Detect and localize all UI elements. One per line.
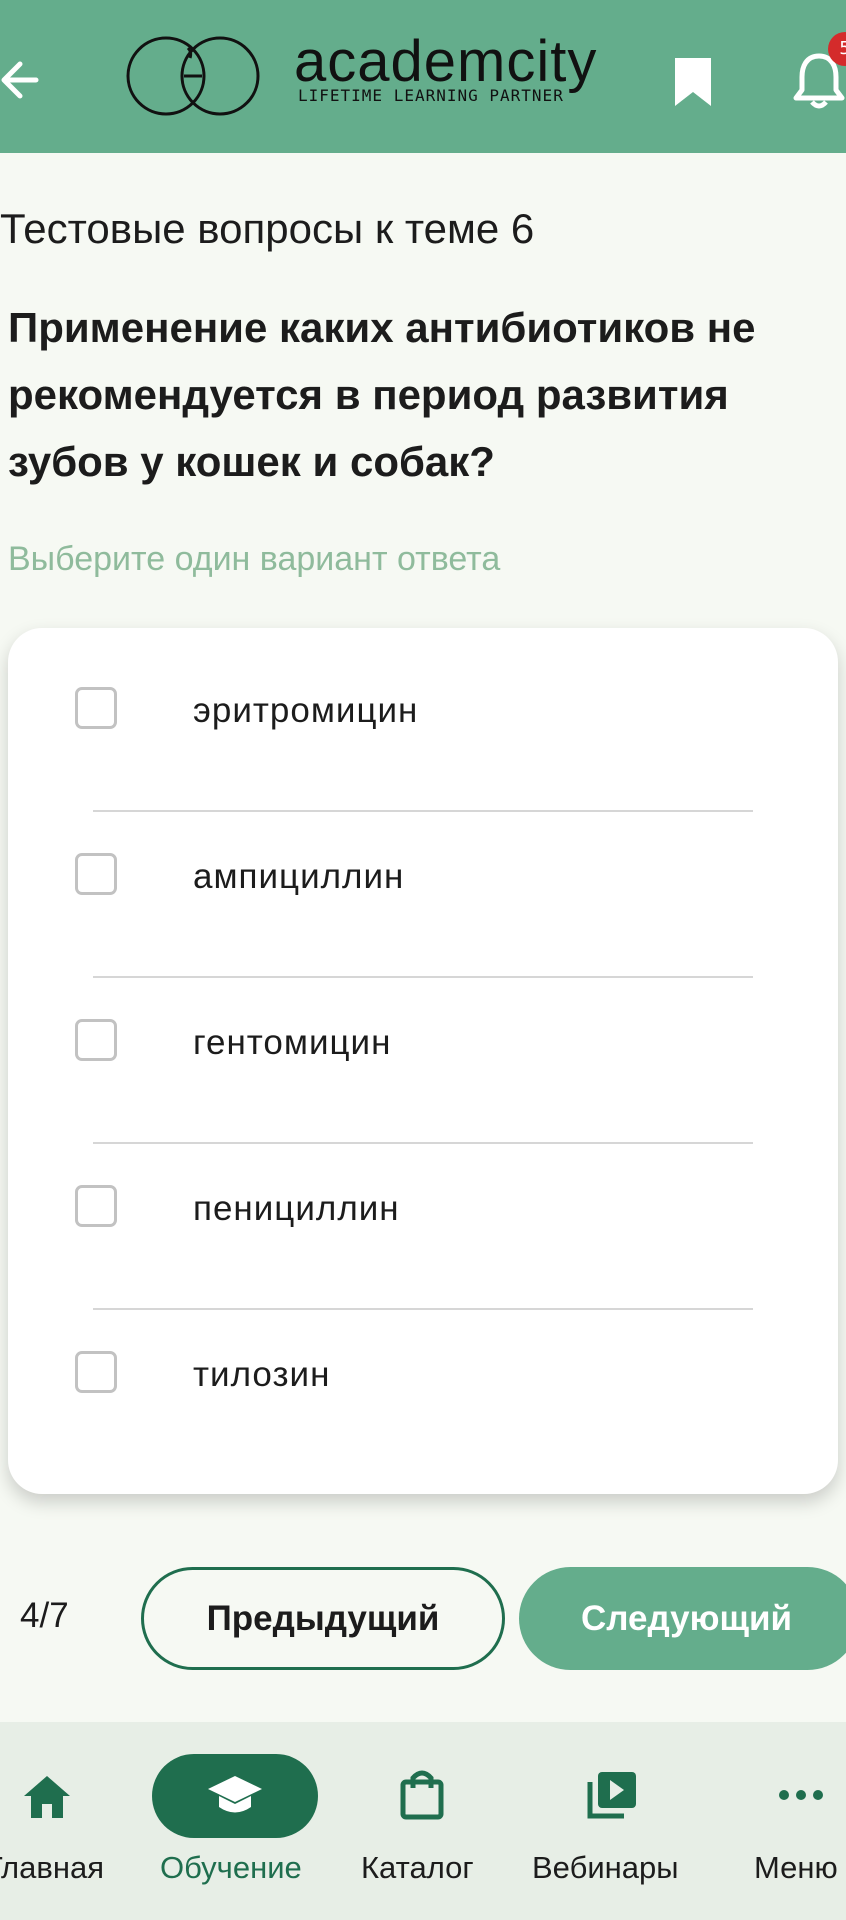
app-header: academcity LIFETIME LEARNING PARTNER 5 bbox=[0, 0, 846, 153]
options-card: эритромицин ампициллин гентомицин пеници… bbox=[8, 628, 838, 1494]
shopping-bag-icon bbox=[400, 1770, 444, 1820]
nav-label-menu: Меню bbox=[754, 1850, 838, 1885]
topic-title: Тестовые вопросы к теме 6 bbox=[0, 205, 535, 252]
answer-option[interactable]: пенициллин bbox=[8, 1126, 838, 1292]
previous-button[interactable]: Предыдущий bbox=[141, 1567, 505, 1670]
nav-item-menu[interactable]: Меню bbox=[740, 1722, 846, 1920]
answer-option-label: гентомицин bbox=[193, 1023, 392, 1062]
nav-item-webinars[interactable]: Вебинары bbox=[530, 1722, 690, 1920]
answer-checkbox[interactable] bbox=[75, 853, 117, 895]
answer-checkbox[interactable] bbox=[75, 1019, 117, 1061]
answer-checkbox[interactable] bbox=[75, 1185, 117, 1227]
answer-option[interactable]: тилозин bbox=[8, 1292, 838, 1458]
answer-option[interactable]: эритромицин bbox=[8, 628, 838, 794]
nav-label-home: Главная bbox=[0, 1850, 104, 1885]
academcity-logo: academcity LIFETIME LEARNING PARTNER bbox=[126, 28, 596, 128]
question-counter: 4/7 bbox=[20, 1596, 69, 1635]
answer-option[interactable]: гентомицин bbox=[8, 960, 838, 1126]
bookmark-icon[interactable] bbox=[672, 56, 714, 108]
next-button[interactable]: Следующий bbox=[519, 1567, 846, 1670]
answer-option-label: тилозин bbox=[193, 1355, 331, 1394]
home-icon bbox=[24, 1776, 70, 1818]
nav-item-learning[interactable]: Обучение bbox=[150, 1722, 320, 1920]
answer-checkbox[interactable] bbox=[75, 1351, 117, 1393]
graduation-cap-icon bbox=[208, 1776, 262, 1813]
answer-hint: Выберите один вариант ответа bbox=[8, 540, 501, 578]
question-text: Применение каких антибиотиков не рекомен… bbox=[8, 304, 756, 485]
answer-checkbox[interactable] bbox=[75, 687, 117, 729]
answer-option-label: ампициллин bbox=[193, 857, 405, 896]
more-dots-icon bbox=[779, 1790, 823, 1800]
answer-option-label: эритромицин bbox=[193, 691, 419, 730]
nav-item-catalog[interactable]: Каталог bbox=[355, 1722, 495, 1920]
video-library-icon bbox=[587, 1772, 636, 1819]
answer-option[interactable]: ампициллин bbox=[8, 794, 838, 960]
nav-label-learning: Обучение bbox=[160, 1850, 302, 1885]
logo-tagline: LIFETIME LEARNING PARTNER bbox=[298, 86, 564, 105]
arrow-left-icon[interactable] bbox=[0, 52, 40, 108]
nav-label-webinars: Вебинары bbox=[532, 1850, 679, 1885]
answer-option-label: пенициллин bbox=[193, 1189, 400, 1228]
bottom-nav: Главная Обучение Каталог Вебинары Меню bbox=[0, 1722, 846, 1920]
nav-item-home[interactable]: Главная bbox=[0, 1722, 120, 1920]
logo-wordmark: academcity bbox=[294, 29, 598, 94]
nav-label-catalog: Каталог bbox=[361, 1850, 474, 1885]
